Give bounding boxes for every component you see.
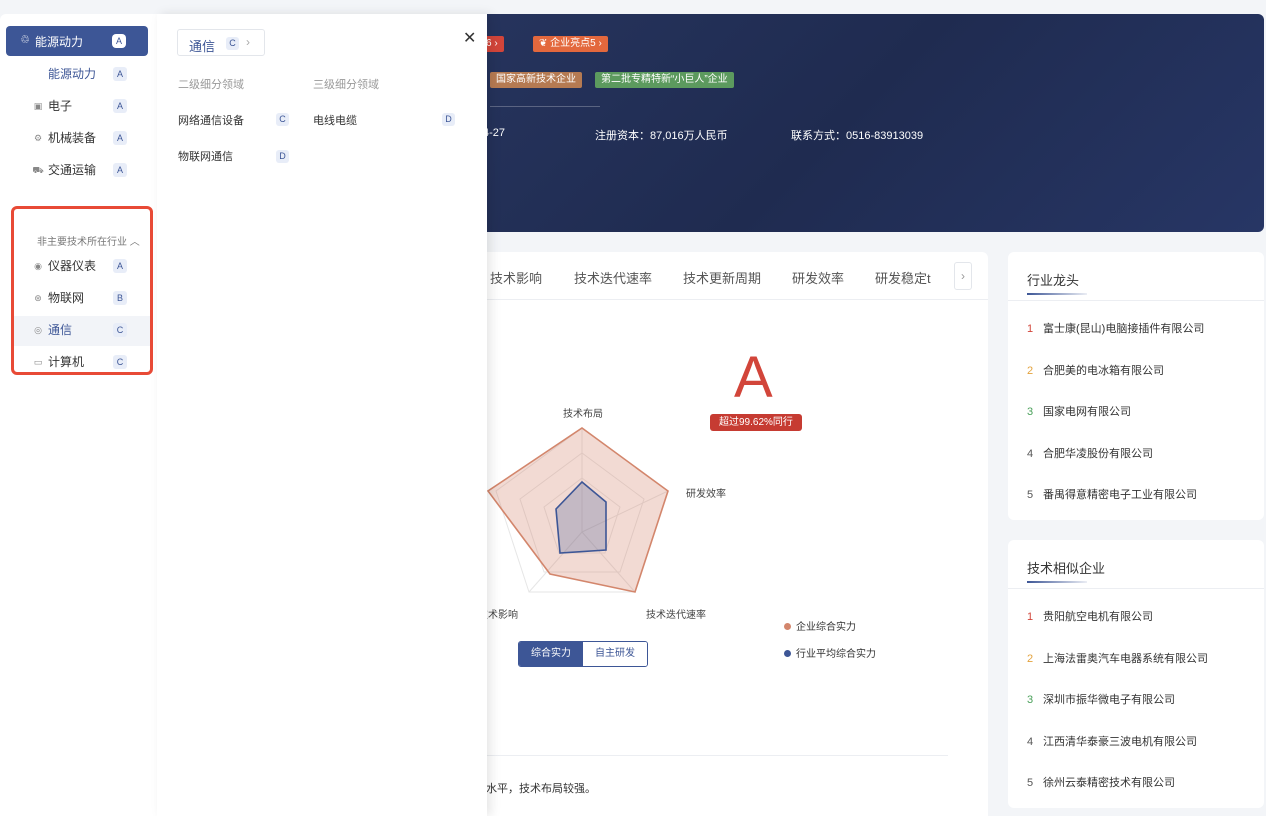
energy-icon: ♲	[20, 34, 30, 46]
industry-leaders-card: 行业龙头 1 富士康(昆山)电脑接插件有限公司 2 合肥美的电冰箱有限公司 3 国家电…	[1008, 252, 1264, 520]
sidebar-badge: A	[113, 67, 127, 81]
grade-letter: A	[734, 345, 773, 410]
sidebar-item-transport[interactable]: ⛟ 交通运输	[32, 157, 96, 183]
industry-sidebar: ♲ 能源动力 A 能源动力 A ▣ 电子 A ⚙ 机械装备 A ⛟ 交通运输 A 非主…	[0, 14, 157, 816]
level2-badge: C	[276, 113, 289, 126]
radar-label-layout: 技术布局	[563, 409, 603, 420]
highlight-annotation-box	[11, 206, 153, 375]
gear-icon: ⚙	[33, 133, 43, 143]
leader-item[interactable]: 3 国家电网有限公司	[1027, 403, 1131, 419]
level3-header: 三级细分领域	[313, 79, 379, 91]
registered-capital: 注册资本：87,016万人民币	[595, 130, 728, 142]
chip-label: 通信	[189, 39, 216, 54]
sidebar-item-energy[interactable]: 能源动力	[48, 61, 96, 87]
similar-companies-title: 技术相似企业	[1027, 558, 1105, 583]
sidebar-item-electronics[interactable]: ▣ 电子	[34, 93, 72, 119]
chip-icon: ▣	[33, 101, 43, 111]
sidebar-item-active[interactable]: ♲ 能源动力 A	[6, 26, 148, 56]
level2-item-network-equipment[interactable]: 网络通信设备	[178, 112, 244, 128]
level2-item-iot-comm[interactable]: 物联网通信	[178, 148, 233, 164]
card-divider	[1008, 588, 1264, 589]
card-divider	[1008, 300, 1264, 301]
sub-industry-panel: 通信 C › ✕ 二级细分领域 三级细分领域 网络通信设备 C 物联网通信 D …	[157, 14, 487, 816]
tab-iteration-rate[interactable]: 技术迭代速率	[574, 268, 652, 287]
legend-company-dot	[784, 622, 791, 630]
level2-header: 二级细分领域	[178, 79, 244, 91]
sidebar-active-badge: A	[112, 34, 126, 48]
tabs-next-button[interactable]: ›	[954, 262, 972, 290]
level3-badge: D	[442, 113, 455, 126]
chevron-right-icon: ›	[246, 35, 250, 49]
level2-badge: D	[276, 150, 289, 163]
radar-label-rd-efficiency: 研发效率	[686, 489, 726, 500]
content-divider	[468, 755, 948, 756]
leader-item[interactable]: 1 富士康(昆山)电脑接插件有限公司	[1027, 320, 1204, 336]
tab-rd-efficiency[interactable]: 研发效率	[792, 268, 844, 287]
highlight-tag[interactable]: ❦ 企业亮点5 ›	[533, 36, 608, 52]
contact-info: 联系方式：0516-83913039	[791, 130, 924, 142]
similar-item[interactable]: 3 深圳市振华微电子有限公司	[1027, 691, 1175, 707]
leader-item[interactable]: 4 合肥华凌股份有限公司	[1027, 445, 1153, 461]
leader-item[interactable]: 5 番禺得意精密电子工业有限公司	[1027, 486, 1197, 502]
hightech-tag: 国家高新技术企业	[490, 72, 582, 88]
sidebar-active-label: 能源动力	[35, 35, 84, 49]
similar-item[interactable]: 2 上海法雷奥汽车电器系统有限公司	[1027, 650, 1208, 666]
grade-percentile-badge: 超过99.62%同行	[710, 414, 802, 431]
assessment-text: 水平，技术布局较强。	[486, 783, 596, 795]
toggle-independent-rd[interactable]: 自主研发	[583, 642, 647, 666]
little-giant-tag: 第二批专精特新“小巨人”企业	[595, 72, 734, 88]
level3-item-cable[interactable]: 电线电缆	[313, 112, 357, 128]
legend-industry-dot	[784, 649, 791, 657]
strength-mode-toggle: 综合实力 自主研发	[518, 641, 648, 667]
sidebar-badge: A	[113, 163, 127, 177]
banner-divider	[490, 106, 600, 107]
current-industry-chip[interactable]: 通信 C ›	[177, 29, 265, 56]
similar-companies-card: 技术相似企业 1 贵阳航空电机有限公司 2 上海法雷奥汽车电器系统有限公司 3 深圳市…	[1008, 540, 1264, 808]
sidebar-badge: A	[113, 131, 127, 145]
legend-industry: 行业平均综合实力	[784, 645, 876, 660]
industry-leaders-title: 行业龙头	[1027, 270, 1088, 295]
similar-item[interactable]: 1 贵阳航空电机有限公司	[1027, 608, 1153, 624]
sidebar-badge: A	[113, 99, 127, 113]
close-icon[interactable]: ✕	[463, 28, 476, 48]
chip-badge: C	[226, 37, 239, 50]
tab-tech-impact[interactable]: 技术影响	[490, 268, 542, 287]
tab-rd-stability[interactable]: 研发稳定t	[875, 268, 931, 287]
tab-update-cycle[interactable]: 技术更新周期	[683, 268, 761, 287]
legend-company: 企业综合实力	[784, 618, 856, 633]
similar-item[interactable]: 4 江西清华泰豪三波电机有限公司	[1027, 733, 1197, 749]
leader-item[interactable]: 2 合肥美的电冰箱有限公司	[1027, 362, 1164, 378]
similar-item[interactable]: 5 徐州云泰精密技术有限公司	[1027, 774, 1175, 790]
radar-label-iteration-rate: 技术迭代速率	[646, 610, 706, 621]
sidebar-item-machinery[interactable]: ⚙ 机械装备	[34, 125, 96, 151]
car-icon: ⛟	[32, 165, 44, 175]
toggle-overall[interactable]: 综合实力	[519, 642, 583, 666]
